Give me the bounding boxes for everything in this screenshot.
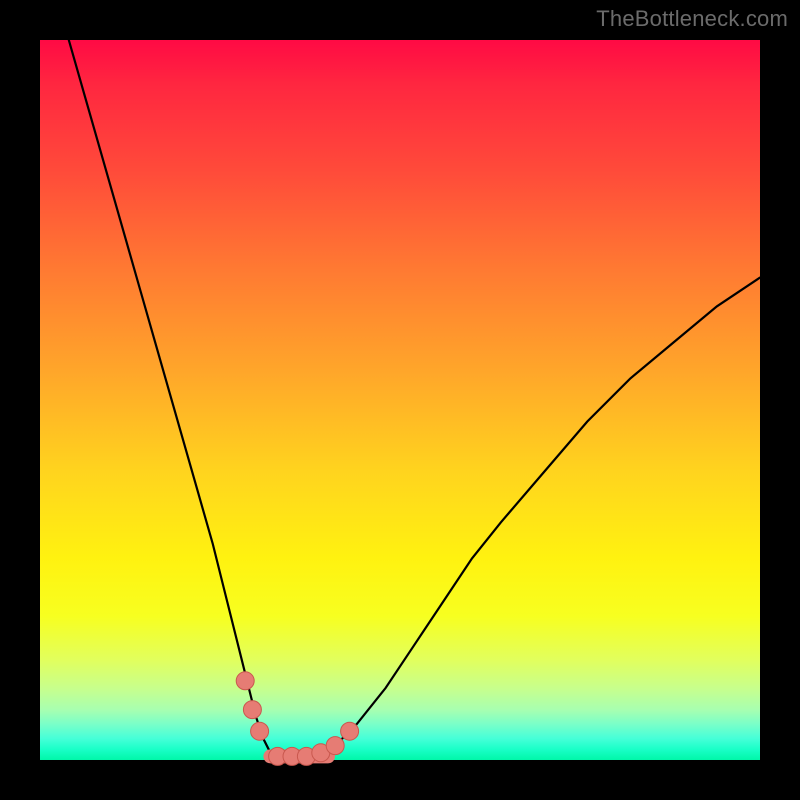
curve-layer-group <box>69 40 760 760</box>
marker-dot <box>251 722 269 740</box>
chart-frame: TheBottleneck.com <box>0 0 800 800</box>
curve-svg <box>40 40 760 760</box>
marker-dot <box>326 737 344 755</box>
marker-dot <box>243 701 261 719</box>
plot-area <box>40 40 760 760</box>
marker-dot <box>236 672 254 690</box>
marker-dot <box>341 722 359 740</box>
watermark-text: TheBottleneck.com <box>596 6 788 32</box>
marker-group <box>236 672 358 766</box>
bottleneck-curve <box>69 40 760 760</box>
